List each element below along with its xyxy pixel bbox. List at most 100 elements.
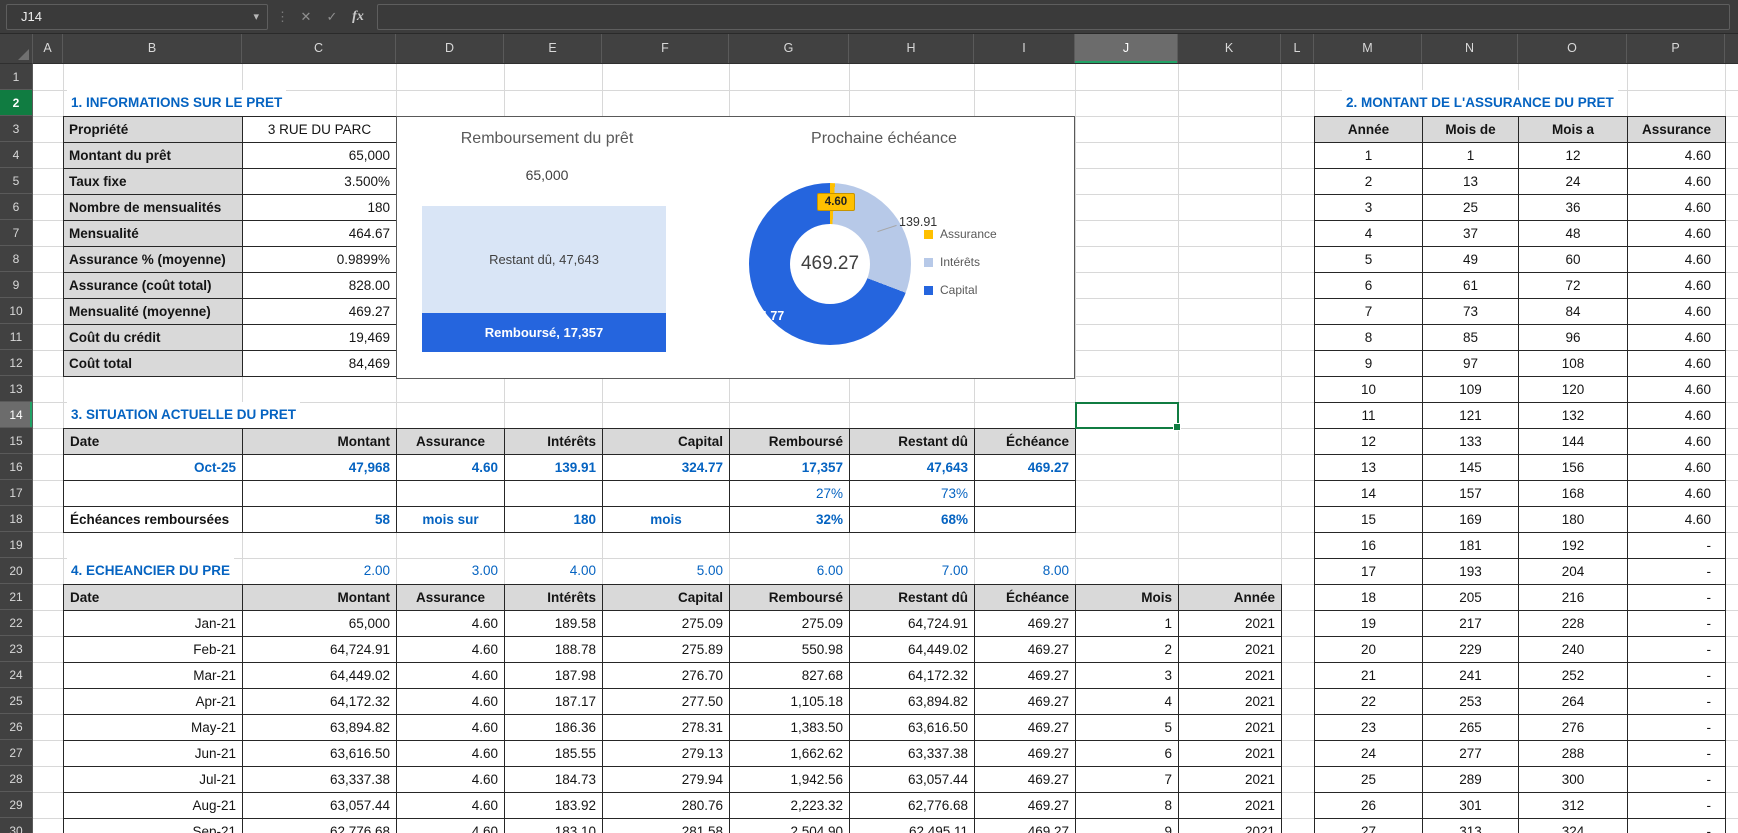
assurance-cell[interactable]: 13	[1423, 169, 1519, 195]
assurance-cell[interactable]: 27	[1315, 819, 1423, 833]
assurance-cell[interactable]: 96	[1519, 325, 1628, 351]
assurance-cell[interactable]: 24	[1519, 169, 1628, 195]
schedule-header-cell[interactable]: Assurance	[397, 585, 505, 611]
assurance-cell[interactable]: 73	[1423, 299, 1519, 325]
selected-cell-J14[interactable]	[1075, 402, 1179, 429]
schedule-cell[interactable]: 550.98	[730, 637, 850, 663]
row-header-24[interactable]: 24	[0, 662, 32, 688]
schedule-cell[interactable]: 63,616.50	[850, 715, 975, 741]
schedule-cell[interactable]: 65,000	[243, 611, 397, 637]
assurance-cell[interactable]: 4	[1315, 221, 1423, 247]
assurance-cell[interactable]: 4.60	[1628, 195, 1726, 221]
assurance-cell[interactable]: 14	[1315, 481, 1423, 507]
schedule-cell[interactable]: 4.60	[397, 637, 505, 663]
assurance-cell[interactable]: -	[1628, 559, 1726, 585]
info-label-cell[interactable]: Montant du prêt	[64, 143, 243, 169]
schedule-cell[interactable]: 2021	[1179, 611, 1282, 637]
info-label-cell[interactable]: Taux fixe	[64, 169, 243, 195]
row-header-28[interactable]: 28	[0, 766, 32, 792]
schedule-cell[interactable]: 2021	[1179, 715, 1282, 741]
column-header-F[interactable]: F	[602, 34, 729, 63]
row-header-18[interactable]: 18	[0, 506, 32, 532]
schedule-cell[interactable]: 281.58	[603, 819, 730, 833]
column-header-K[interactable]: K	[1178, 34, 1281, 63]
assurance-cell[interactable]: 253	[1423, 689, 1519, 715]
assurance-cell[interactable]: 180	[1519, 507, 1628, 533]
assurance-cell[interactable]: 26	[1315, 793, 1423, 819]
situation-cell[interactable]	[603, 481, 730, 507]
assurance-cell[interactable]: 4.60	[1628, 247, 1726, 273]
assurance-cell[interactable]: 23	[1315, 715, 1423, 741]
row-header-26[interactable]: 26	[0, 714, 32, 740]
row-header-10[interactable]: 10	[0, 298, 32, 324]
assurance-cell[interactable]: 229	[1423, 637, 1519, 663]
schedule-cell[interactable]: 4.60	[397, 793, 505, 819]
row-header-4[interactable]: 4	[0, 142, 32, 168]
situation-header-cell[interactable]: Montant	[243, 429, 397, 455]
info-label-cell[interactable]: Assurance (coût total)	[64, 273, 243, 299]
info-label-cell[interactable]: Mensualité	[64, 221, 243, 247]
assurance-cell[interactable]: 10	[1315, 377, 1423, 403]
assurance-header-cell[interactable]: Mois de	[1423, 117, 1519, 143]
assurance-cell[interactable]: 20	[1315, 637, 1423, 663]
schedule-cell[interactable]: 469.27	[975, 689, 1076, 715]
legend-item-assurance[interactable]: Assurance	[924, 220, 997, 248]
schedule-cell[interactable]: 64,449.02	[243, 663, 397, 689]
assurance-cell[interactable]: 18	[1315, 585, 1423, 611]
schedule-cell[interactable]: 5	[1076, 715, 1179, 741]
assurance-header-cell[interactable]: Année	[1315, 117, 1423, 143]
assurance-cell[interactable]: -	[1628, 585, 1726, 611]
situation-cell[interactable]: 58	[243, 507, 397, 533]
assurance-cell[interactable]: 4.60	[1628, 481, 1726, 507]
info-value-cell[interactable]: 65,000	[243, 143, 397, 169]
info-value-cell[interactable]: 828.00	[243, 273, 397, 299]
row-header-5[interactable]: 5	[0, 168, 32, 194]
row-header-11[interactable]: 11	[0, 324, 32, 350]
schedule-cell[interactable]: 279.94	[603, 767, 730, 793]
chevron-down-icon[interactable]: ▾	[253, 10, 259, 23]
column-header-B[interactable]: B	[63, 34, 242, 63]
schedule-header-cell[interactable]: Mois	[1076, 585, 1179, 611]
schedule-cell[interactable]: 183.10	[505, 819, 603, 833]
assurance-cell[interactable]: 324	[1519, 819, 1628, 833]
assurance-cell[interactable]: 265	[1423, 715, 1519, 741]
schedule-cell[interactable]: 63,057.44	[243, 793, 397, 819]
row-header-19[interactable]: 19	[0, 532, 32, 558]
loan-charts-panel[interactable]: Remboursement du prêt65,000Restant dû, 4…	[396, 116, 1075, 379]
situation-cell[interactable]: mois sur	[397, 507, 505, 533]
schedule-cell[interactable]: 183.92	[505, 793, 603, 819]
assurance-cell[interactable]: 49	[1423, 247, 1519, 273]
schedule-cell[interactable]: 275.89	[603, 637, 730, 663]
row-header-13[interactable]: 13	[0, 376, 32, 402]
situation-cell[interactable]: 47,968	[243, 455, 397, 481]
schedule-cell[interactable]: 280.76	[603, 793, 730, 819]
schedule-cell[interactable]: 275.09	[730, 611, 850, 637]
sheet-grid[interactable]: 1. INFORMATIONS SUR LE PRET2. MONTANT DE…	[33, 64, 1738, 833]
assurance-cell[interactable]: 25	[1315, 767, 1423, 793]
column-header-H[interactable]: H	[849, 34, 974, 63]
schedule-cell[interactable]: 2021	[1179, 819, 1282, 833]
schedule-cell[interactable]: Jul-21	[64, 767, 243, 793]
situation-cell[interactable]: 324.77	[603, 455, 730, 481]
assurance-cell[interactable]: 288	[1519, 741, 1628, 767]
assurance-cell[interactable]: 289	[1423, 767, 1519, 793]
column-header-N[interactable]: N	[1422, 34, 1518, 63]
schedule-cell[interactable]: 827.68	[730, 663, 850, 689]
schedule-cell[interactable]: Aug-21	[64, 793, 243, 819]
schedule-header-cell[interactable]: Année	[1179, 585, 1282, 611]
info-label-cell[interactable]: Coût du crédit	[64, 325, 243, 351]
assurance-cell[interactable]: 217	[1423, 611, 1519, 637]
situation-header-cell[interactable]: Assurance	[397, 429, 505, 455]
schedule-cell[interactable]: 63,337.38	[850, 741, 975, 767]
situation-cell[interactable]: 47,643	[850, 455, 975, 481]
assurance-cell[interactable]: 16	[1315, 533, 1423, 559]
situation-cell[interactable]: 32%	[730, 507, 850, 533]
info-value-cell[interactable]: 3 RUE DU PARC	[243, 117, 397, 143]
assurance-cell[interactable]: 4.60	[1628, 403, 1726, 429]
situation-cell[interactable]	[975, 507, 1076, 533]
column-header-A[interactable]: A	[33, 34, 63, 63]
schedule-header-cell[interactable]: Échéance	[975, 585, 1076, 611]
assurance-cell[interactable]: 1	[1423, 143, 1519, 169]
info-value-cell[interactable]: 180	[243, 195, 397, 221]
situation-cell[interactable]: 68%	[850, 507, 975, 533]
